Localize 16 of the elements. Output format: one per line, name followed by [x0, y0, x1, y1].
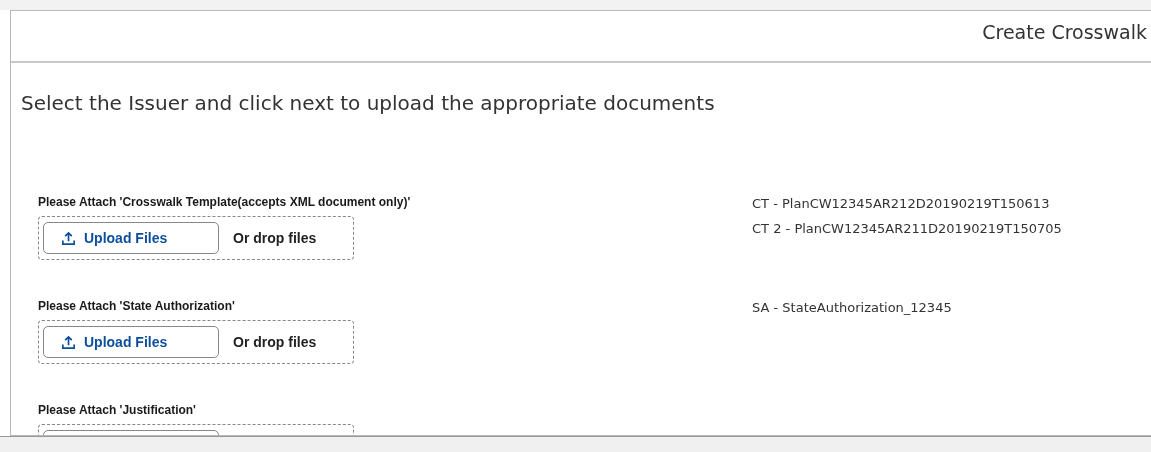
upload-icon	[61, 230, 76, 246]
attach-label: Please Attach 'State Authorization'	[38, 299, 236, 313]
upload-files-button[interactable]: Upload Files	[43, 326, 219, 358]
drop-files-text: Or drop files	[233, 230, 317, 246]
attach-label: Please Attach 'Crosswalk Template(accepts XML document only)'	[38, 195, 412, 209]
attached-file-name: CT - PlanCW12345AR212D20190219T150613	[752, 195, 1051, 213]
attach-label: Please Attach 'Justification'	[38, 403, 197, 417]
drop-files-text: Or drop files	[233, 334, 317, 350]
instruction-text: Select the Issuer and click next to upload the appropriate documents	[21, 91, 716, 115]
attached-file-name: SA - StateAuthorization_12345	[752, 299, 952, 317]
drop-zone[interactable]: Upload Files Or drop files	[38, 320, 354, 364]
attached-file-name: CT 2 - PlanCW12345AR211D20190219T150705	[752, 220, 1062, 238]
upload-files-button[interactable]: Upload Files	[43, 222, 219, 254]
drop-zone[interactable]: Upload Files Or drop files	[38, 216, 354, 260]
page-title: Create Crosswalk	[982, 21, 1148, 43]
upload-icon	[61, 334, 76, 350]
